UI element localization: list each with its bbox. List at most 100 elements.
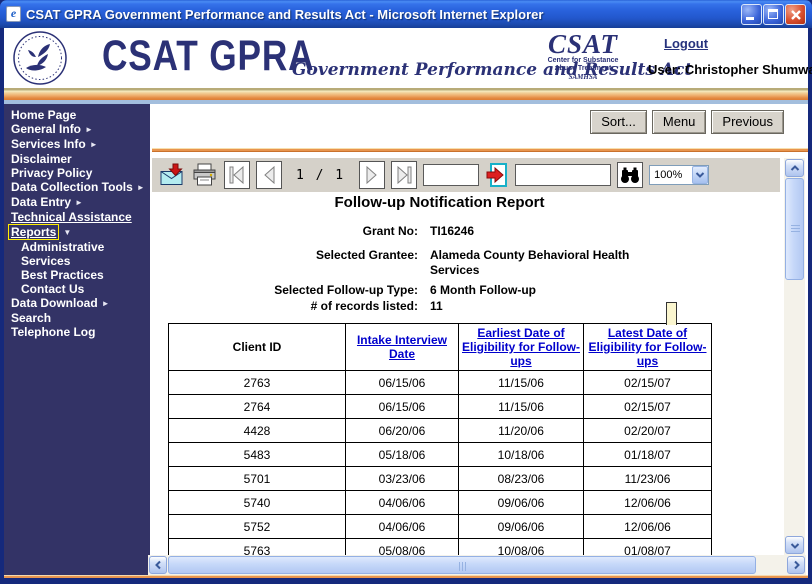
table-cell: 01/18/07 [584, 443, 712, 467]
zoom-dropdown-button[interactable] [692, 166, 708, 184]
sidebar-item-home-page[interactable]: Home Page [4, 108, 150, 122]
horizontal-scrollbar-thumb[interactable] [168, 556, 756, 574]
next-page-icon [365, 165, 379, 185]
table-cell: 09/06/06 [459, 515, 584, 539]
sort-link[interactable]: Latest Date of Eligibility for Follow-up… [589, 326, 707, 368]
table-cell: 5763 [169, 539, 346, 556]
cursor-artifact [666, 302, 677, 325]
table-cell: 5740 [169, 491, 346, 515]
table-cell: 06/15/06 [346, 395, 459, 419]
sidebar-item-data-collection-tools[interactable]: Data Collection Tools► [4, 180, 150, 195]
table-cell: 5701 [169, 467, 346, 491]
export-button[interactable] [160, 163, 186, 187]
scroll-left-icon [155, 560, 162, 570]
sidebar-item-label: Technical Assistance [11, 210, 132, 224]
table-row: 574004/06/0609/06/0612/06/06 [169, 491, 712, 515]
meta-row-selected-follow-up-type: Selected Follow-up Type:6 Month Follow-u… [168, 283, 711, 298]
table-row: 575204/06/0609/06/0612/06/06 [169, 515, 712, 539]
print-button[interactable] [192, 163, 218, 187]
table-cell: 4428 [169, 419, 346, 443]
table-cell: 5752 [169, 515, 346, 539]
scroll-down-button[interactable] [785, 536, 804, 554]
sidebar-item-reports[interactable]: Reports ▼ [4, 224, 150, 240]
table-row: 548305/18/0610/18/0601/18/07 [169, 443, 712, 467]
sidebar-item-services[interactable]: Services [4, 254, 150, 268]
search-input[interactable] [515, 164, 611, 186]
table-cell: 10/08/06 [459, 539, 584, 556]
scroll-up-button[interactable] [785, 159, 804, 177]
sidebar-item-label: Home Page [11, 108, 76, 122]
goto-page-button[interactable] [485, 162, 509, 188]
sidebar-item-best-practices[interactable]: Best Practices [4, 268, 150, 282]
vertical-scrollbar-thumb[interactable] [785, 178, 804, 280]
sidebar-item-telephone-log[interactable]: Telephone Log [4, 325, 150, 339]
scroll-right-button[interactable] [787, 556, 805, 574]
goto-page-input[interactable] [423, 164, 479, 186]
window-title: CSAT GPRA Government Performance and Res… [26, 7, 741, 22]
report-viewer: 1 / 1 [150, 158, 808, 575]
horizontal-scrollbar[interactable] [148, 555, 806, 575]
table-cell: 05/08/06 [346, 539, 459, 556]
next-page-button[interactable] [359, 161, 385, 189]
report-title: Follow-up Notification Report [168, 194, 711, 211]
sort-link[interactable]: Earliest Date of Eligibility for Follow-… [462, 326, 580, 368]
sidebar-item-data-entry[interactable]: Data Entry► [4, 195, 150, 210]
table-row: 276406/15/0611/15/0602/15/07 [169, 395, 712, 419]
meta-label: Grant No: [168, 224, 418, 239]
sort-link[interactable]: Intake Interview Date [357, 333, 447, 361]
prev-page-icon [262, 165, 276, 185]
chevron-right-icon: ► [137, 183, 145, 192]
sidebar-item-technical-assistance[interactable]: Technical Assistance [4, 210, 150, 224]
sidebar-item-contact-us[interactable]: Contact Us [4, 282, 150, 296]
sidebar-item-disclaimer[interactable]: Disclaimer [4, 152, 150, 166]
sidebar-item-privacy-policy[interactable]: Privacy Policy [4, 166, 150, 180]
prev-page-button[interactable] [256, 161, 282, 189]
sidebar-item-search[interactable]: Search [4, 311, 150, 325]
chevron-down-icon: ▼ [63, 228, 71, 237]
chevron-right-icon: ► [90, 140, 98, 149]
sidebar-item-data-download[interactable]: Data Download► [4, 296, 150, 311]
maximize-button[interactable] [763, 4, 784, 25]
menu-button[interactable]: Menu [652, 110, 707, 134]
sort-button[interactable]: Sort... [590, 110, 647, 134]
zoom-select[interactable]: 100% [649, 165, 709, 185]
meta-value: 11 [430, 299, 670, 314]
report-action-buttons: Sort...MenuPrevious [590, 110, 784, 134]
header-divider-band [4, 88, 808, 100]
first-page-button[interactable] [224, 161, 250, 189]
table-row: 276306/15/0611/15/0602/15/07 [169, 371, 712, 395]
column-header-intake-interview-date[interactable]: Intake Interview Date [346, 324, 459, 371]
search-button[interactable] [617, 162, 643, 188]
last-page-button[interactable] [391, 161, 417, 189]
table-row: 442806/20/0611/20/0602/20/07 [169, 419, 712, 443]
table-row-partial: 576305/08/0610/08/0601/08/07 [169, 539, 712, 556]
meta-label: # of records listed: [168, 299, 418, 314]
minimize-button[interactable] [741, 4, 762, 25]
scroll-left-button[interactable] [149, 556, 167, 574]
chevron-right-icon: ► [75, 198, 83, 207]
sidebar-item-general-info[interactable]: General Info► [4, 122, 150, 137]
meta-value: 6 Month Follow-up [430, 283, 670, 298]
vertical-scrollbar[interactable] [784, 158, 805, 555]
close-button[interactable] [785, 4, 806, 25]
logout-link[interactable]: Logout [664, 36, 708, 51]
column-header-earliest-date-of-eligibility-for-follow-ups[interactable]: Earliest Date of Eligibility for Follow-… [459, 324, 584, 371]
chevron-right-icon: ► [102, 299, 110, 308]
report-meta: Grant No:TI16246Selected Grantee:Alameda… [168, 224, 711, 314]
content-divider [152, 148, 808, 152]
table-cell: 11/20/06 [459, 419, 584, 443]
sidebar-item-label: Reports [8, 224, 59, 240]
table-cell: 11/15/06 [459, 371, 584, 395]
sidebar-item-administrative[interactable]: Administrative [4, 240, 150, 254]
sidebar-item-services-info[interactable]: Services Info► [4, 137, 150, 152]
close-icon [789, 8, 803, 22]
column-header-latest-date-of-eligibility-for-follow-ups[interactable]: Latest Date of Eligibility for Follow-up… [584, 324, 712, 371]
internet-explorer-icon: e [6, 6, 21, 22]
meta-value: Alameda County Behavioral Health Service… [430, 248, 670, 278]
table-cell: 05/18/06 [346, 443, 459, 467]
table-cell: 08/23/06 [459, 467, 584, 491]
previous-button[interactable]: Previous [711, 110, 784, 134]
meta-label: Selected Grantee: [168, 248, 418, 278]
report-canvas: Follow-up Notification Report Grant No:T… [150, 192, 784, 555]
print-icon [192, 163, 218, 187]
